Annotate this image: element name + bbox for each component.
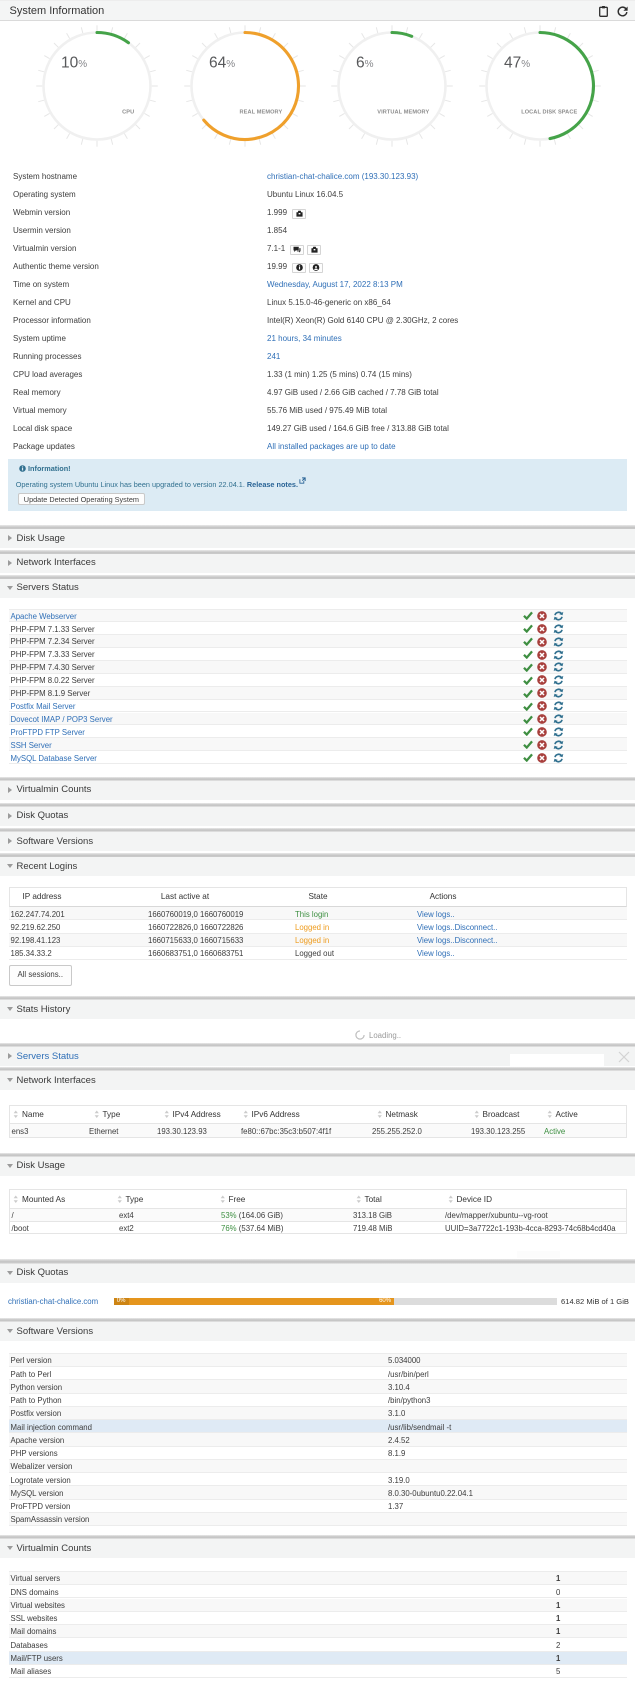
svg-text:CPU: CPU bbox=[122, 109, 134, 115]
svg-text:REAL MEMORY: REAL MEMORY bbox=[239, 109, 282, 115]
svg-text:LOCAL DISK SPACE: LOCAL DISK SPACE bbox=[521, 109, 577, 115]
svg-text:VIRTUAL MEMORY: VIRTUAL MEMORY bbox=[377, 109, 429, 115]
